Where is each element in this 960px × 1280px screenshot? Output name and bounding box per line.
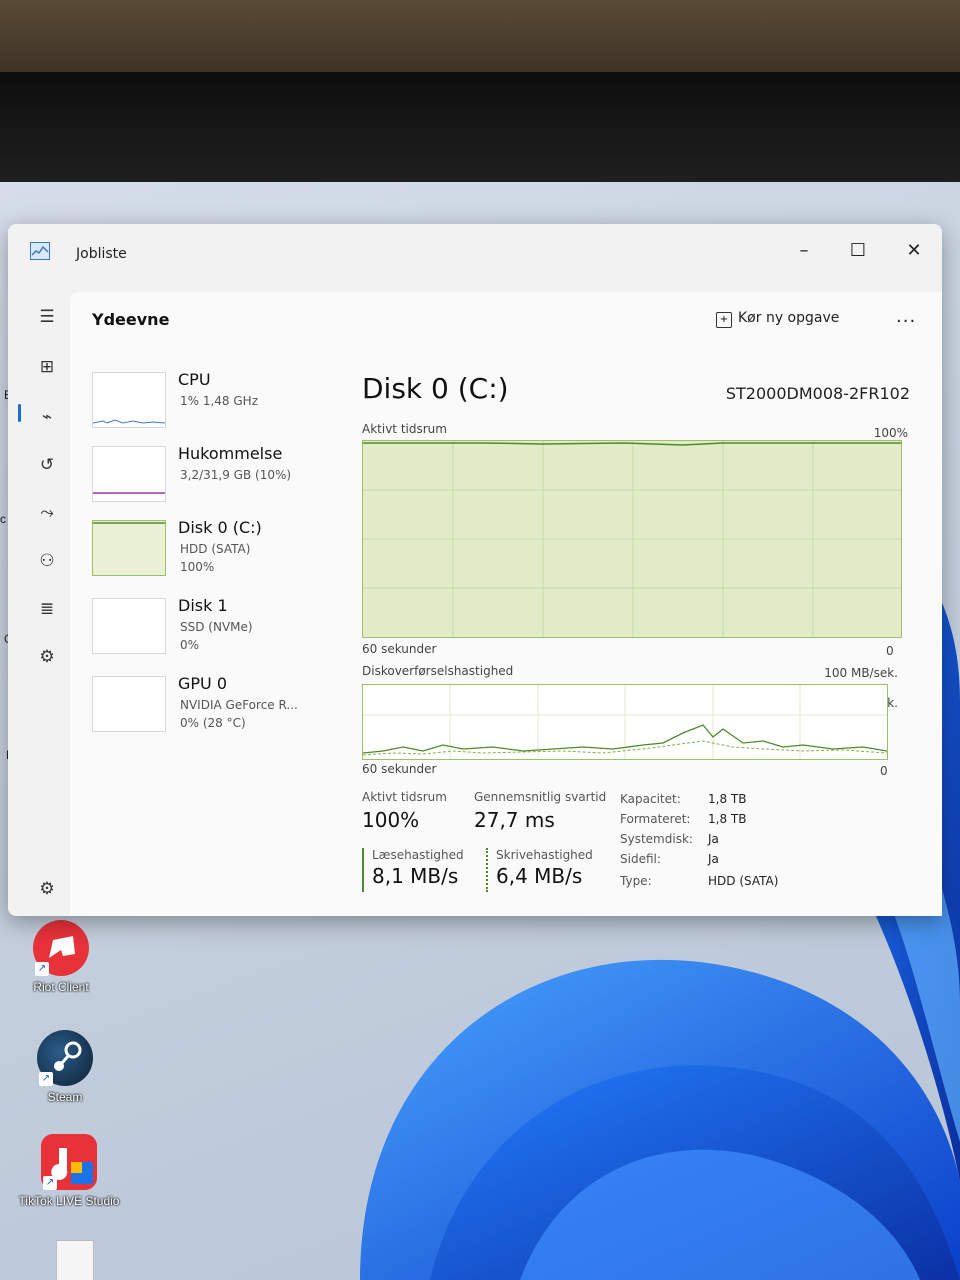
more-options-button[interactable]: ... [896, 306, 916, 327]
graph1-label: Aktivt tidsrum [362, 422, 447, 436]
write-speed-value: 6,4 MB/s [496, 864, 583, 888]
disk0-thumbnail [92, 520, 166, 576]
property-key: Type: [620, 874, 652, 888]
maximize-button[interactable]: ☐ [836, 236, 880, 266]
active-time-value: 100% [362, 808, 420, 832]
resource-name: Disk 0 (C:) [178, 518, 262, 537]
resource-item-disk0[interactable]: Disk 0 (C:) HDD (SATA) 100% [92, 518, 342, 584]
desktop-icon-label: Riot Client [33, 980, 89, 994]
response-time-label: Gennemsnitlig svartid [474, 790, 607, 804]
response-time-value: 27,7 ms [474, 808, 555, 832]
property-key: Sidefil: [620, 852, 661, 866]
resource-sub: HDD (SATA) [180, 542, 251, 556]
resource-name: GPU 0 [178, 674, 228, 693]
graph2-time: 60 sekunder [362, 762, 437, 776]
graph1-max: 100% [873, 426, 908, 440]
resource-sub: 100% [180, 560, 215, 574]
monitor-bezel [0, 72, 960, 182]
users-icon[interactable]: ⚇ [34, 548, 60, 574]
steam-icon: ↗ [37, 1030, 93, 1086]
resource-name: Hukommelse [178, 444, 283, 463]
resource-sub: 1% 1,48 GHz [180, 394, 259, 408]
resource-item-cpu[interactable]: CPU 1% 1,48 GHz [92, 370, 342, 436]
memory-thumbnail [92, 446, 166, 502]
resource-sub: 0% [180, 638, 200, 652]
property-key: Kapacitet: [620, 792, 681, 806]
graph1-time: 60 sekunder [362, 642, 437, 656]
disk-model: ST2000DM008-2FR102 [725, 384, 910, 403]
write-speed-label: Skrivehastighed [496, 848, 593, 862]
run-new-task-icon: + [716, 312, 732, 328]
active-time-label: Aktivt tidsrum [362, 790, 447, 804]
desktop-icon-label: Steam [47, 1090, 83, 1104]
tiktok-live-icon: ↗ [41, 1134, 97, 1190]
desktop-icon-steam[interactable]: ↗ Steam [10, 1030, 120, 1104]
disk-title: Disk 0 (C:) [362, 372, 509, 405]
property-key: Formateret: [620, 812, 691, 826]
graph2-max: 100 MB/sek. [824, 666, 898, 680]
graph2-label: Diskoverførselshastighed [362, 664, 514, 678]
property-value: 1,8 TB [708, 792, 747, 806]
page-title: Ydeevne [92, 310, 170, 329]
read-speed-marker [362, 848, 364, 892]
details-icon[interactable]: ≣ [34, 596, 60, 622]
performance-icon[interactable]: ⌁ [34, 404, 60, 430]
transfer-rate-graph [362, 684, 888, 760]
resource-item-disk1[interactable]: Disk 1 SSD (NVMe) 0% [92, 596, 342, 662]
property-key: Systemdisk: [620, 832, 693, 846]
resource-name: Disk 1 [178, 596, 228, 615]
app-icon [30, 242, 50, 260]
shortcut-arrow-icon: ↗ [39, 1072, 53, 1086]
graph2-min: 0 [880, 764, 888, 778]
processes-icon[interactable]: ⊞ [34, 354, 60, 380]
read-speed-value: 8,1 MB/s [372, 864, 459, 888]
graph1-min: 0 [886, 644, 894, 658]
property-value: 1,8 TB [708, 812, 747, 826]
selected-indicator [18, 404, 21, 422]
settings-icon[interactable]: ⚙ [34, 876, 60, 902]
file-icon[interactable] [56, 1240, 94, 1280]
resource-sub: 0% (28 °C) [180, 716, 246, 730]
shortcut-arrow-icon: ↗ [35, 962, 49, 976]
write-speed-marker [486, 848, 488, 892]
run-new-task-button[interactable]: Kør ny opgave [738, 310, 839, 326]
close-button[interactable]: ✕ [892, 236, 936, 266]
services-icon[interactable]: ⚙ [34, 644, 60, 670]
desktop-icon-riot-client[interactable]: ↗ Riot Client [6, 920, 116, 994]
read-speed-label: Læsehastighed [372, 848, 464, 862]
riot-client-icon: ↗ [33, 920, 89, 976]
resource-item-gpu0[interactable]: GPU 0 NVIDIA GeForce R... 0% (28 °C) [92, 674, 342, 740]
property-value: Ja [708, 852, 719, 866]
minimize-button[interactable]: – [782, 236, 826, 266]
resource-item-memory[interactable]: Hukommelse 3,2/31,9 GB (10%) [92, 444, 342, 510]
active-time-graph [362, 440, 902, 638]
resource-name: CPU [178, 370, 211, 389]
app-title: Jobliste [76, 246, 127, 262]
desktop-icon-tiktok-live[interactable]: ↗ TikTok LIVE Studio [14, 1134, 124, 1208]
title-bar[interactable]: Jobliste – ☐ ✕ [8, 224, 942, 280]
task-manager-window: Jobliste – ☐ ✕ ☰ ⊞ ⌁ ↺ ⤳ ⚇ ≣ ⚙ ⚙ Ydeevne… [8, 224, 942, 916]
gpu0-thumbnail [92, 676, 166, 732]
cpu-thumbnail [92, 372, 166, 428]
property-value: HDD (SATA) [708, 874, 779, 888]
app-history-icon[interactable]: ↺ [34, 452, 60, 478]
performance-page: Ydeevne + Kør ny opgave ... CPU 1% 1,48 … [70, 292, 942, 916]
hamburger-menu-icon[interactable]: ☰ [34, 304, 60, 330]
room-wall [0, 0, 960, 72]
shortcut-arrow-icon: ↗ [43, 1176, 57, 1190]
resource-sub: 3,2/31,9 GB (10%) [180, 468, 292, 482]
property-value: Ja [708, 832, 719, 846]
desktop-icon-label: TikTok LIVE Studio [18, 1194, 120, 1208]
startup-apps-icon[interactable]: ⤳ [34, 500, 60, 526]
disk1-thumbnail [92, 598, 166, 654]
resource-sub: SSD (NVMe) [180, 620, 253, 634]
resource-sub: NVIDIA GeForce R... [180, 698, 298, 712]
